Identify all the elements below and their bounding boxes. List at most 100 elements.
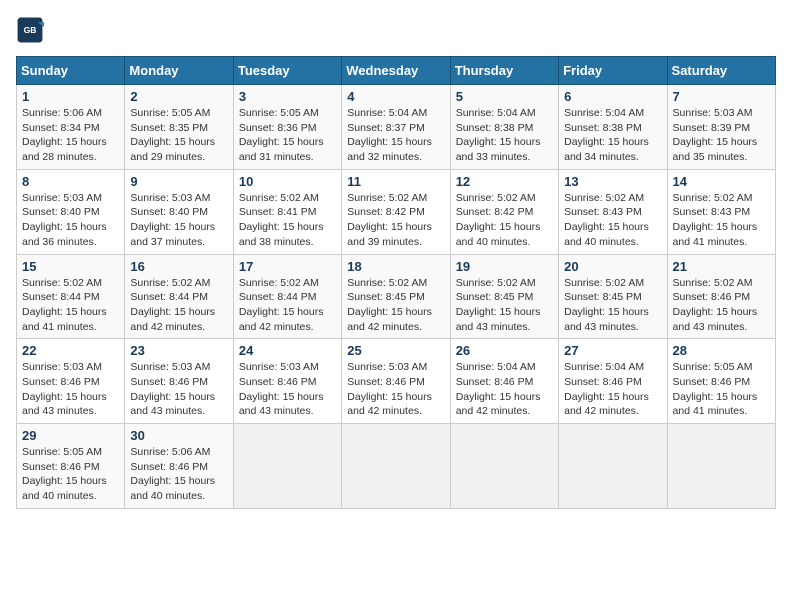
- day-number: 30: [130, 428, 227, 443]
- calendar-table: SundayMondayTuesdayWednesdayThursdayFrid…: [16, 56, 776, 509]
- calendar-week-row: 8 Sunrise: 5:03 AMSunset: 8:40 PMDaylight…: [17, 169, 776, 254]
- weekday-header: Sunday: [17, 57, 125, 85]
- day-info: Sunrise: 5:05 AMSunset: 8:46 PMDaylight:…: [673, 360, 770, 419]
- calendar-cell: 18 Sunrise: 5:02 AMSunset: 8:45 PMDayligh…: [342, 254, 450, 339]
- calendar-cell: 5Sunrise: 5:04 AMSunset: 8:38 PMDaylight…: [450, 85, 558, 170]
- day-number: 9: [130, 174, 227, 189]
- calendar-week-row: 29 Sunrise: 5:05 AMSunset: 8:46 PMDayligh…: [17, 424, 776, 509]
- day-number: 25: [347, 343, 444, 358]
- day-info: Sunrise: 5:02 AMSunset: 8:41 PMDaylight:…: [239, 191, 336, 250]
- weekday-header: Tuesday: [233, 57, 341, 85]
- logo-icon: GB: [16, 16, 44, 44]
- day-info: Sunrise: 5:03 AMSunset: 8:40 PMDaylight:…: [130, 191, 227, 250]
- calendar-week-row: 1 Sunrise: 5:06 AMSunset: 8:34 PMDaylight…: [17, 85, 776, 170]
- day-number: 14: [673, 174, 770, 189]
- calendar-cell: 8Sunrise: 5:03 AMSunset: 8:40 PMDaylight…: [17, 169, 125, 254]
- day-number: 19: [456, 259, 553, 274]
- day-info: Sunrise: 5:02 AMSunset: 8:43 PMDaylight:…: [564, 191, 661, 250]
- day-info: Sunrise: 5:03 AMSunset: 8:39 PMDaylight:…: [673, 106, 770, 165]
- calendar-cell: 9 Sunrise: 5:03 AMSunset: 8:40 PMDaylight…: [125, 169, 233, 254]
- calendar-cell: 24 Sunrise: 5:03 AMSunset: 8:46 PMDayligh…: [233, 339, 341, 424]
- day-info: Sunrise: 5:02 AMSunset: 8:45 PMDaylight:…: [456, 276, 553, 335]
- day-info: Sunrise: 5:02 AMSunset: 8:42 PMDaylight:…: [456, 191, 553, 250]
- day-number: 15: [22, 259, 119, 274]
- day-info: Sunrise: 5:05 AMSunset: 8:36 PMDaylight:…: [239, 106, 336, 165]
- day-info: Sunrise: 5:03 AMSunset: 8:46 PMDaylight:…: [22, 360, 119, 419]
- calendar-cell: 20Sunrise: 5:02 AMSunset: 8:45 PMDayligh…: [559, 254, 667, 339]
- day-number: 24: [239, 343, 336, 358]
- calendar-cell: 2 Sunrise: 5:05 AMSunset: 8:35 PMDaylight…: [125, 85, 233, 170]
- calendar-cell: 14Sunrise: 5:02 AMSunset: 8:43 PMDayligh…: [667, 169, 775, 254]
- day-number: 26: [456, 343, 553, 358]
- calendar-cell: [233, 424, 341, 509]
- calendar-cell: [667, 424, 775, 509]
- calendar-cell: 6 Sunrise: 5:04 AMSunset: 8:38 PMDaylight…: [559, 85, 667, 170]
- day-number: 12: [456, 174, 553, 189]
- calendar-cell: 12 Sunrise: 5:02 AMSunset: 8:42 PMDayligh…: [450, 169, 558, 254]
- day-number: 17: [239, 259, 336, 274]
- day-number: 8: [22, 174, 119, 189]
- calendar-cell: 15 Sunrise: 5:02 AMSunset: 8:44 PMDayligh…: [17, 254, 125, 339]
- calendar-cell: 17 Sunrise: 5:02 AMSunset: 8:44 PMDayligh…: [233, 254, 341, 339]
- day-number: 7: [673, 89, 770, 104]
- calendar-cell: 16 Sunrise: 5:02 AMSunset: 8:44 PMDayligh…: [125, 254, 233, 339]
- day-info: Sunrise: 5:04 AMSunset: 8:46 PMDaylight:…: [564, 360, 661, 419]
- day-info: Sunrise: 5:03 AMSunset: 8:46 PMDaylight:…: [130, 360, 227, 419]
- calendar-header-row: SundayMondayTuesdayWednesdayThursdayFrid…: [17, 57, 776, 85]
- day-number: 1: [22, 89, 119, 104]
- calendar-cell: [450, 424, 558, 509]
- calendar-cell: 3 Sunrise: 5:05 AMSunset: 8:36 PMDaylight…: [233, 85, 341, 170]
- calendar-cell: 26 Sunrise: 5:04 AMSunset: 8:46 PMDayligh…: [450, 339, 558, 424]
- calendar-cell: 13 Sunrise: 5:02 AMSunset: 8:43 PMDayligh…: [559, 169, 667, 254]
- calendar-cell: 21 Sunrise: 5:02 AMSunset: 8:46 PMDayligh…: [667, 254, 775, 339]
- day-info: Sunrise: 5:03 AMSunset: 8:46 PMDaylight:…: [347, 360, 444, 419]
- day-number: 29: [22, 428, 119, 443]
- day-number: 3: [239, 89, 336, 104]
- calendar-cell: 22Sunrise: 5:03 AMSunset: 8:46 PMDayligh…: [17, 339, 125, 424]
- day-info: Sunrise: 5:04 AMSunset: 8:37 PMDaylight:…: [347, 106, 444, 165]
- logo: GB: [16, 16, 48, 44]
- day-number: 21: [673, 259, 770, 274]
- page-header: GB: [16, 16, 776, 44]
- calendar-cell: [342, 424, 450, 509]
- day-info: Sunrise: 5:04 AMSunset: 8:38 PMDaylight:…: [564, 106, 661, 165]
- day-number: 18: [347, 259, 444, 274]
- day-number: 20: [564, 259, 661, 274]
- day-number: 27: [564, 343, 661, 358]
- day-info: Sunrise: 5:02 AMSunset: 8:42 PMDaylight:…: [347, 191, 444, 250]
- calendar-cell: 30 Sunrise: 5:06 AMSunset: 8:46 PMDayligh…: [125, 424, 233, 509]
- day-info: Sunrise: 5:02 AMSunset: 8:44 PMDaylight:…: [22, 276, 119, 335]
- calendar-cell: [559, 424, 667, 509]
- weekday-header: Saturday: [667, 57, 775, 85]
- day-number: 28: [673, 343, 770, 358]
- day-number: 23: [130, 343, 227, 358]
- day-info: Sunrise: 5:02 AMSunset: 8:44 PMDaylight:…: [239, 276, 336, 335]
- calendar-cell: 10Sunrise: 5:02 AMSunset: 8:41 PMDayligh…: [233, 169, 341, 254]
- calendar-cell: 11Sunrise: 5:02 AMSunset: 8:42 PMDayligh…: [342, 169, 450, 254]
- day-info: Sunrise: 5:03 AMSunset: 8:46 PMDaylight:…: [239, 360, 336, 419]
- calendar-week-row: 22Sunrise: 5:03 AMSunset: 8:46 PMDayligh…: [17, 339, 776, 424]
- day-info: Sunrise: 5:02 AMSunset: 8:45 PMDaylight:…: [347, 276, 444, 335]
- day-number: 6: [564, 89, 661, 104]
- day-number: 5: [456, 89, 553, 104]
- day-info: Sunrise: 5:05 AMSunset: 8:35 PMDaylight:…: [130, 106, 227, 165]
- calendar-cell: 1 Sunrise: 5:06 AMSunset: 8:34 PMDaylight…: [17, 85, 125, 170]
- day-number: 2: [130, 89, 227, 104]
- weekday-header: Monday: [125, 57, 233, 85]
- day-info: Sunrise: 5:05 AMSunset: 8:46 PMDaylight:…: [22, 445, 119, 504]
- calendar-week-row: 15 Sunrise: 5:02 AMSunset: 8:44 PMDayligh…: [17, 254, 776, 339]
- weekday-header: Friday: [559, 57, 667, 85]
- day-number: 16: [130, 259, 227, 274]
- day-info: Sunrise: 5:04 AMSunset: 8:46 PMDaylight:…: [456, 360, 553, 419]
- day-info: Sunrise: 5:06 AMSunset: 8:34 PMDaylight:…: [22, 106, 119, 165]
- day-number: 13: [564, 174, 661, 189]
- day-number: 4: [347, 89, 444, 104]
- day-info: Sunrise: 5:02 AMSunset: 8:44 PMDaylight:…: [130, 276, 227, 335]
- svg-text:GB: GB: [24, 25, 37, 35]
- calendar-cell: 25 Sunrise: 5:03 AMSunset: 8:46 PMDayligh…: [342, 339, 450, 424]
- day-info: Sunrise: 5:06 AMSunset: 8:46 PMDaylight:…: [130, 445, 227, 504]
- day-info: Sunrise: 5:02 AMSunset: 8:46 PMDaylight:…: [673, 276, 770, 335]
- calendar-cell: 19 Sunrise: 5:02 AMSunset: 8:45 PMDayligh…: [450, 254, 558, 339]
- calendar-cell: 28 Sunrise: 5:05 AMSunset: 8:46 PMDayligh…: [667, 339, 775, 424]
- calendar-cell: 23 Sunrise: 5:03 AMSunset: 8:46 PMDayligh…: [125, 339, 233, 424]
